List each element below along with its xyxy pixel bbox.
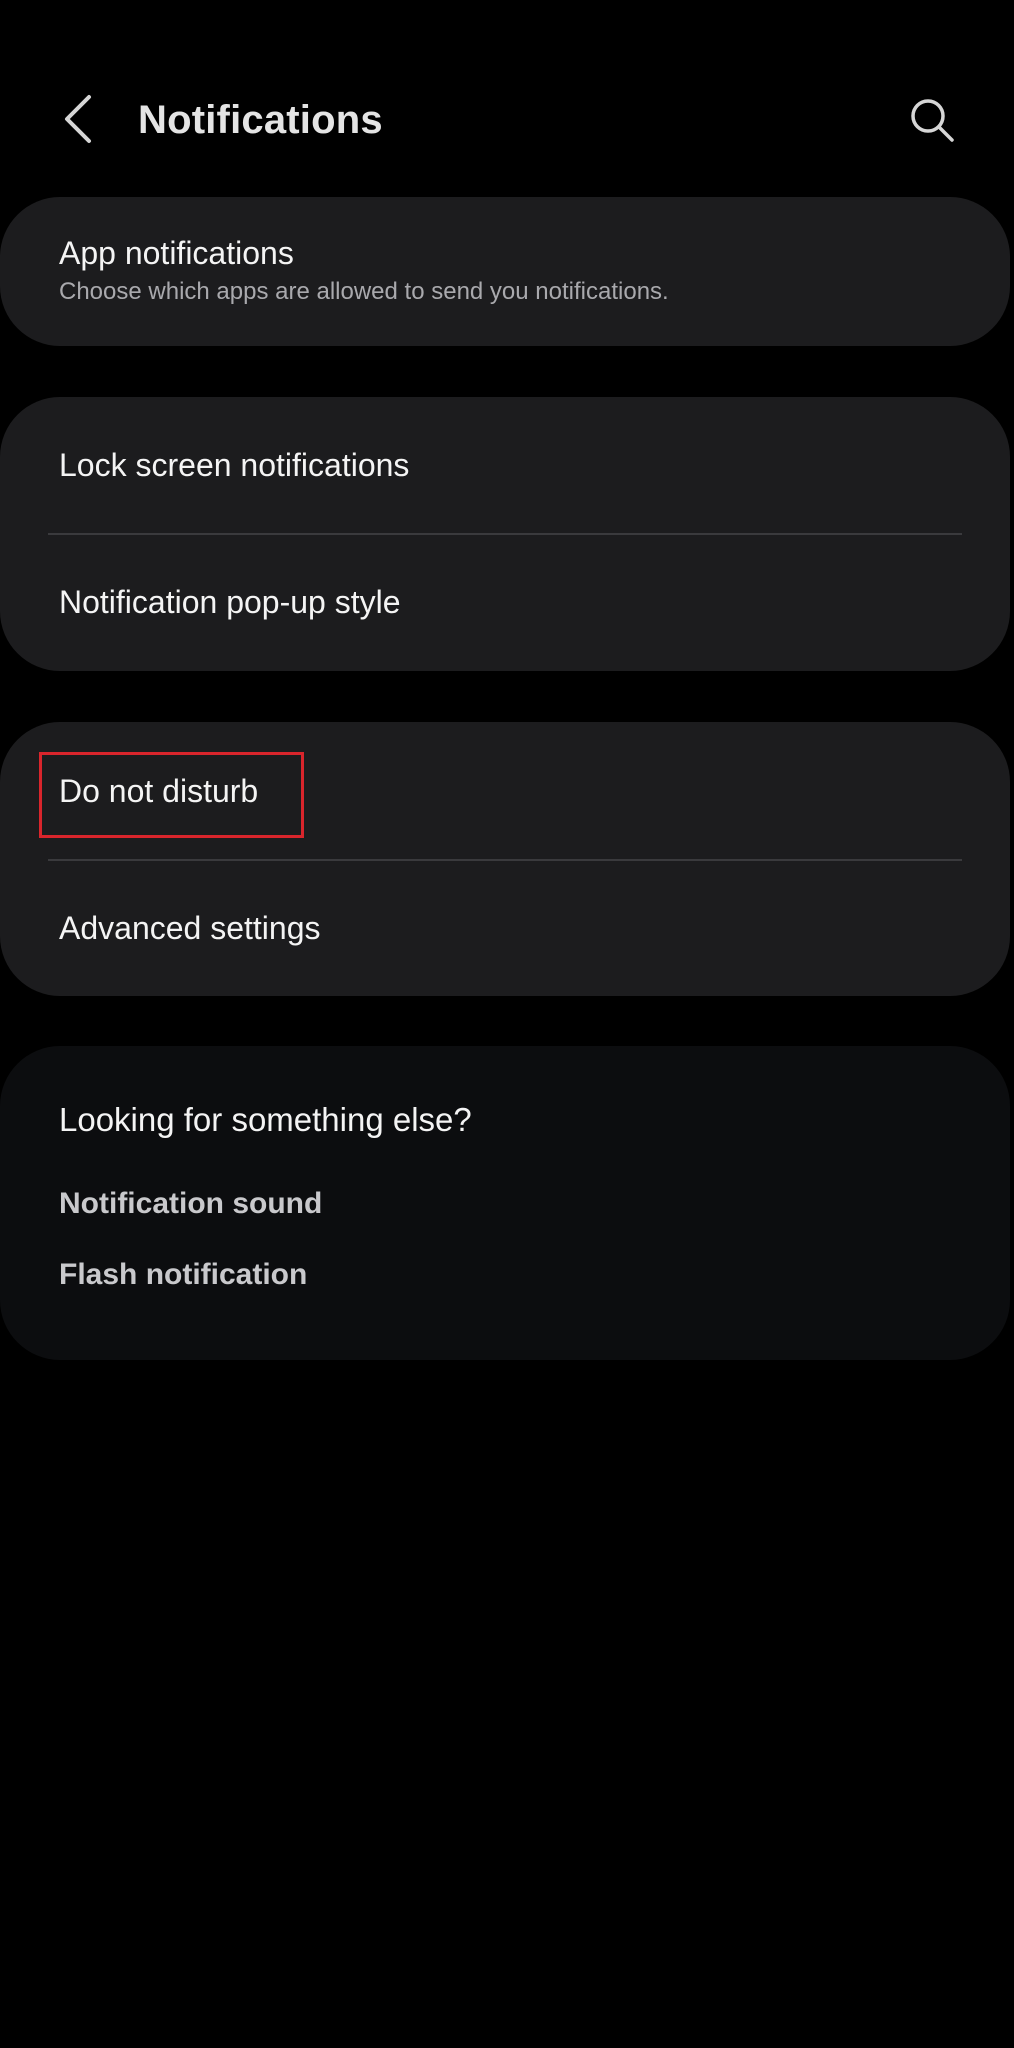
notification-sound-link[interactable]: Notification sound	[59, 1184, 322, 1224]
advanced-settings-item[interactable]: Advanced settings	[0, 908, 1010, 948]
do-not-disturb-item[interactable]: Do not disturb	[0, 771, 1010, 811]
search-icon	[911, 99, 954, 142]
suggestions-heading: Looking for something else?	[59, 1101, 472, 1138]
lock-screen-popup-card: Lock screen notifications Notification p…	[0, 397, 1010, 671]
app-notifications-subtitle: Choose which apps are allowed to send yo…	[59, 278, 669, 305]
search-button[interactable]	[902, 90, 962, 150]
lock-screen-notifications-title: Lock screen notifications	[59, 447, 410, 483]
app-notifications-item[interactable]: App notifications Choose which apps are …	[0, 233, 1010, 307]
flash-notification-link[interactable]: Flash notification	[59, 1255, 307, 1295]
chevron-left-icon	[65, 95, 91, 143]
back-button[interactable]	[52, 88, 104, 150]
page-title: Notifications	[138, 98, 383, 142]
advanced-settings-title: Advanced settings	[59, 910, 321, 946]
dnd-advanced-card: Do not disturb Advanced settings	[0, 722, 1010, 996]
app-notifications-title: App notifications	[59, 235, 294, 271]
divider	[48, 533, 962, 535]
notification-popup-style-item[interactable]: Notification pop-up style	[0, 582, 1010, 622]
app-notifications-card: App notifications Choose which apps are …	[0, 197, 1010, 346]
suggestions-card: Looking for something else? Notification…	[0, 1046, 1010, 1360]
lock-screen-notifications-item[interactable]: Lock screen notifications	[0, 445, 1010, 485]
notification-popup-style-title: Notification pop-up style	[59, 584, 401, 620]
top-app-bar: Notifications	[0, 0, 1014, 190]
divider	[48, 859, 962, 861]
do-not-disturb-title: Do not disturb	[59, 773, 259, 809]
